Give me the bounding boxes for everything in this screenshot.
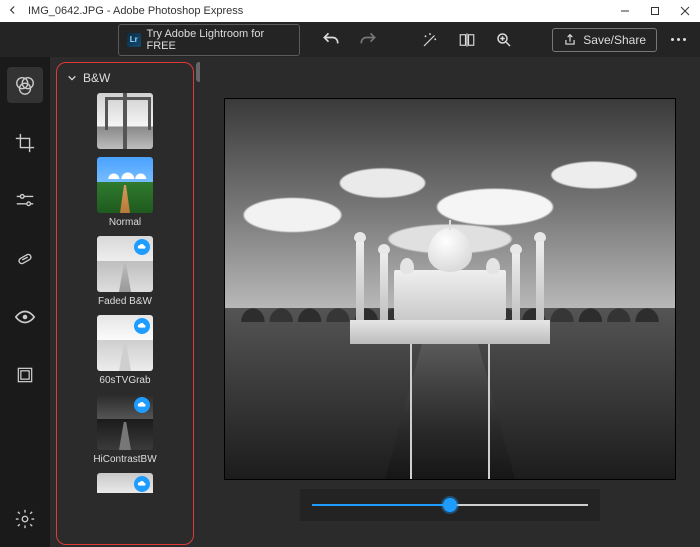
filter-label: 60sTVGrab [99,375,150,386]
filter-thumb [97,157,153,213]
filter-partial[interactable] [97,473,153,493]
border-tool-button[interactable] [7,357,43,393]
filters-panel: B&W Normal [50,57,200,547]
cloud-download-icon [134,239,150,255]
filter-60stvgrab[interactable]: 60sTVGrab [97,315,153,386]
settings-button[interactable] [7,501,43,537]
filter-hicontrastbw[interactable]: HiContrastBW [93,394,156,465]
undo-button[interactable] [316,25,345,55]
lightroom-promo-button[interactable]: Lr Try Adobe Lightroom for FREE [118,24,300,56]
redeye-tool-button[interactable] [7,299,43,335]
cloud-download-icon [134,476,150,492]
cloud-download-icon [134,397,150,413]
filters-list[interactable]: Normal Faded B&W 60sTVGrab [63,93,187,544]
left-rail [0,57,50,547]
top-toolbar: Lr Try Adobe Lightroom for FREE Save/Sha… [0,22,700,57]
image-preview[interactable] [225,99,675,479]
auto-enhance-button[interactable] [416,25,445,55]
spot-heal-tool-button[interactable] [7,241,43,277]
cloud-download-icon [134,318,150,334]
filter-label: Normal [109,217,141,228]
filter-label: Faded B&W [98,296,152,307]
crop-tool-button[interactable] [7,125,43,161]
filter-category-header[interactable]: B&W [63,69,187,93]
minimize-button[interactable] [610,0,640,22]
slider-fill [312,504,450,506]
filter-thumb [97,315,153,371]
maximize-button[interactable] [640,0,670,22]
filter-bw-default[interactable] [97,93,153,149]
lightroom-badge-icon: Lr [127,33,141,47]
filters-highlight-box: B&W Normal [56,62,194,545]
save-share-button[interactable]: Save/Share [552,28,657,52]
filter-normal[interactable]: Normal [97,157,153,228]
more-menu-button[interactable] [665,32,692,47]
save-share-label: Save/Share [583,33,646,47]
looks-tool-button[interactable] [7,67,43,103]
filter-label: HiContrastBW [93,454,156,465]
window-title: IMG_0642.JPG - Adobe Photoshop Express [26,5,610,17]
window-controls [610,0,700,22]
app-window: IMG_0642.JPG - Adobe Photoshop Express L… [0,0,700,547]
adjustments-tool-button[interactable] [7,183,43,219]
filter-thumb [97,236,153,292]
filter-thumb [97,394,153,450]
zoom-button[interactable] [490,25,519,55]
compare-button[interactable] [453,25,482,55]
app-body: B&W Normal [0,57,700,547]
filter-category-label: B&W [83,71,110,85]
back-button[interactable] [0,3,26,20]
canvas-area [200,57,700,547]
close-button[interactable] [670,0,700,22]
intensity-slider-container [300,489,600,521]
chevron-down-icon [67,73,77,83]
redo-button[interactable] [353,25,382,55]
filter-faded-bw[interactable]: Faded B&W [97,236,153,307]
titlebar: IMG_0642.JPG - Adobe Photoshop Express [0,0,700,22]
filter-thumb [97,473,153,493]
slider-knob[interactable] [443,498,457,512]
lightroom-promo-label: Try Adobe Lightroom for FREE [147,28,292,52]
filter-thumb [97,93,153,149]
intensity-slider[interactable] [312,504,588,506]
